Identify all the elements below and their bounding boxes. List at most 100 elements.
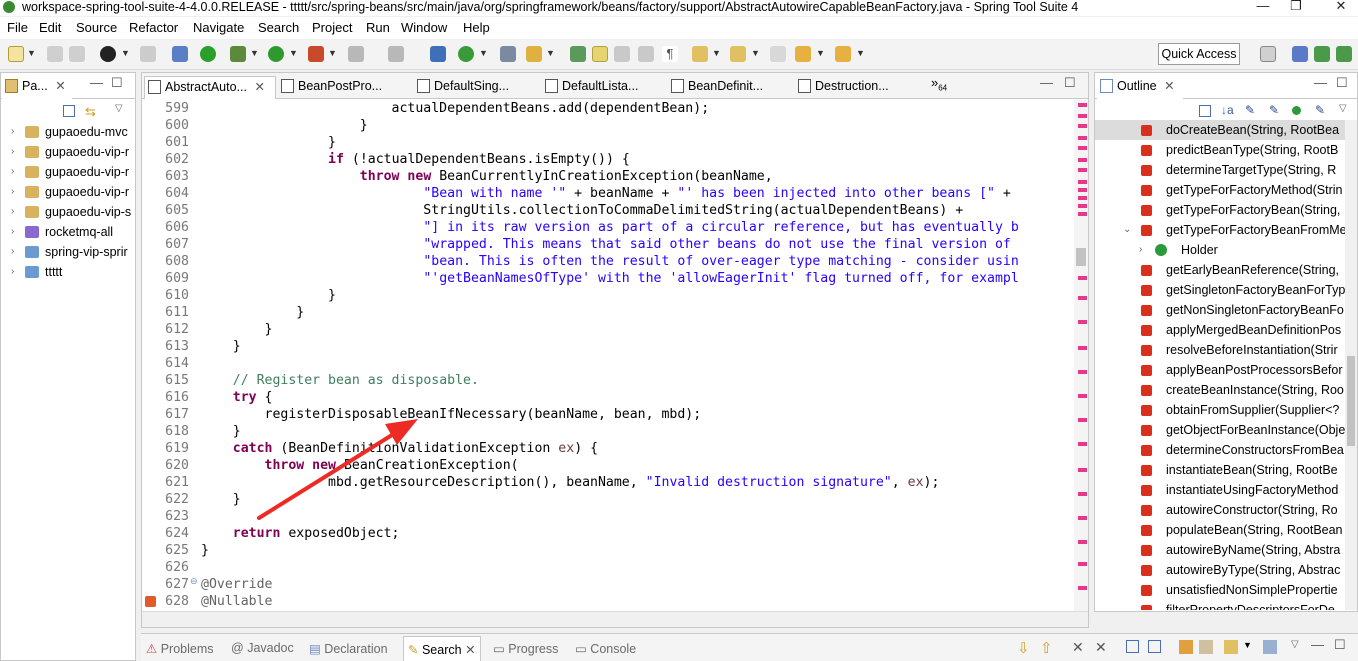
outline-item[interactable]: getNonSingletonFactoryBeanFo	[1095, 300, 1345, 320]
back-icon[interactable]	[795, 46, 811, 62]
external-tools-dropdown-icon[interactable]: ▼	[328, 48, 337, 58]
skip-breakpoints-icon[interactable]	[172, 46, 188, 62]
outline-item[interactable]: instantiateBean(String, RootBe	[1095, 460, 1345, 480]
maximize-view-icon[interactable]: ☐	[111, 75, 123, 91]
code-line[interactable]: 626	[142, 559, 1062, 576]
outline-item[interactable]: predictBeanType(String, RootB	[1095, 140, 1345, 160]
close-icon[interactable]: ✕	[1164, 79, 1174, 93]
outline-item[interactable]: obtainFromSupplier(Supplier<?	[1095, 400, 1345, 420]
menu-navigate[interactable]: Navigate	[193, 20, 244, 36]
ruler-marker[interactable]	[1078, 442, 1087, 446]
ruler-marker[interactable]	[1078, 188, 1087, 192]
toggle-highlight-icon[interactable]	[592, 46, 608, 62]
new-java-class-icon[interactable]	[430, 46, 446, 62]
profile-dropdown-icon[interactable]: ▼	[121, 48, 130, 58]
tree-item[interactable]: › gupaoedu-vip-s	[1, 202, 135, 222]
ruler-marker[interactable]	[1078, 124, 1087, 128]
menu-search[interactable]: Search	[258, 20, 299, 36]
outline-item[interactable]: filterPropertyDescriptorsForDe	[1095, 600, 1345, 610]
collapse-all-icon[interactable]	[1199, 105, 1211, 117]
menu-source[interactable]: Source	[76, 20, 117, 36]
relaunch-icon[interactable]	[388, 46, 404, 62]
menu-window[interactable]: Window	[401, 20, 447, 36]
tree-item[interactable]: › rocketmq-all	[1, 222, 135, 242]
outline-item[interactable]: autowireByType(String, Abstrac	[1095, 560, 1345, 580]
code-line[interactable]: 624 return exposedObject;	[142, 525, 1062, 542]
tab-defaultsingletonbeanregistry[interactable]: DefaultSing...	[414, 76, 530, 99]
previous-match-icon[interactable]: ⇧	[1040, 639, 1053, 657]
ruler-marker[interactable]	[1078, 418, 1087, 422]
minimize-button[interactable]: —	[1248, 0, 1278, 16]
tree-item[interactable]: › gupaoedu-mvc	[1, 122, 135, 142]
ruler-marker[interactable]	[1078, 136, 1087, 140]
ruler-marker[interactable]	[1078, 562, 1087, 566]
tree-item[interactable]: › ttttt	[1, 262, 135, 282]
ruler-marker[interactable]	[1078, 114, 1087, 118]
ruler-marker[interactable]	[1078, 586, 1087, 590]
restore-button[interactable]: ❐	[1281, 0, 1311, 16]
save-icon[interactable]	[47, 46, 63, 62]
fold-collapse-icon[interactable]: ⊖	[190, 576, 198, 587]
tab-beanpostprocessor[interactable]: BeanPostPro...	[278, 76, 398, 99]
code-line[interactable]: 615 // Register bean as disposable.	[142, 372, 1062, 389]
ruler-marker[interactable]	[1078, 158, 1087, 162]
tab-console[interactable]: ▭ Console	[575, 641, 636, 656]
cancel-search-icon[interactable]	[1199, 640, 1213, 654]
outline-item[interactable]: ⌄ getTypeForFactoryBeanFromMe	[1095, 220, 1345, 240]
hide-static-icon[interactable]: ✎	[1269, 103, 1279, 117]
profile-icon[interactable]	[100, 46, 116, 62]
code-line[interactable]: 613 }	[142, 338, 1062, 355]
previous-searches-icon[interactable]	[1224, 640, 1238, 654]
ruler-marker[interactable]	[1078, 394, 1087, 398]
code-line[interactable]: 604 "Bean with name '" + beanName + "' h…	[142, 185, 1062, 202]
horizontal-scrollbar[interactable]	[142, 611, 1088, 627]
java-perspective-icon[interactable]	[1292, 46, 1308, 62]
hide-non-public-icon[interactable]	[1292, 106, 1301, 115]
code-line[interactable]: 609 "'getBeanNamesOfType' with the 'allo…	[142, 270, 1062, 287]
scroll-thumb[interactable]	[1076, 248, 1086, 266]
tab-javadoc[interactable]: @ Javadoc	[231, 641, 294, 655]
view-menu-icon[interactable]: ▽	[1339, 103, 1347, 114]
code-line[interactable]: 601 }	[142, 134, 1062, 151]
outline-item[interactable]: applyMergedBeanDefinitionPos	[1095, 320, 1345, 340]
collapse-all-icon[interactable]	[63, 105, 75, 117]
terminal-icon[interactable]	[140, 46, 156, 62]
outline-scrollbar[interactable]	[1345, 120, 1357, 610]
tab-destruction[interactable]: Destruction...	[795, 76, 917, 99]
close-icon[interactable]: ✕	[254, 80, 264, 94]
remove-match-icon[interactable]: ✕	[1072, 639, 1084, 656]
tree-item[interactable]: › gupaoedu-vip-r	[1, 162, 135, 182]
tab-search[interactable]: ✎ Search ✕	[403, 636, 481, 661]
code-line[interactable]: 607 "wrapped. This means that said other…	[142, 236, 1062, 253]
code-line[interactable]: 621 mbd.getResourceDescription(), beanNa…	[142, 474, 1062, 491]
code-line[interactable]: 622 }	[142, 491, 1062, 508]
debug-icon[interactable]	[230, 46, 246, 62]
search-dropdown-icon[interactable]: ▼	[546, 48, 555, 58]
tab-package-explorer[interactable]: Pa... ✕	[2, 76, 72, 99]
save-all-icon[interactable]	[69, 46, 85, 62]
ruler-marker[interactable]	[1078, 296, 1087, 300]
outline-item[interactable]: getSingletonFactoryBeanForTyp	[1095, 280, 1345, 300]
expand-all-icon[interactable]	[1126, 640, 1139, 653]
link-with-editor-icon[interactable]: ⇆	[85, 104, 96, 120]
minimize-view-icon[interactable]: —	[90, 75, 103, 90]
expand-arrow-icon[interactable]: ›	[1139, 240, 1142, 260]
maximize-view-icon[interactable]: ☐	[1334, 637, 1346, 653]
refresh-icon[interactable]	[458, 46, 474, 62]
forward-dropdown-icon[interactable]: ▼	[856, 48, 865, 58]
ruler-marker[interactable]	[1078, 468, 1087, 472]
close-button[interactable]: ✕	[1326, 0, 1356, 16]
overview-ruler[interactable]	[1074, 100, 1088, 612]
outline-item[interactable]: determineConstructorsFromBea	[1095, 440, 1345, 460]
remove-all-matches-icon[interactable]: ✕	[1095, 639, 1107, 656]
outline-item[interactable]: populateBean(String, RootBean	[1095, 520, 1345, 540]
code-line[interactable]: 619 catch (BeanDefinitionValidationExcep…	[142, 440, 1062, 457]
code-line[interactable]: 628 @Nullable	[142, 593, 1062, 610]
code-line[interactable]: 599 actualDependentBeans.add(dependentBe…	[142, 100, 1062, 117]
code-line[interactable]: 602 if (!actualDependentBeans.isEmpty())…	[142, 151, 1062, 168]
code-line[interactable]: 603 throw new BeanCurrentlyInCreationExc…	[142, 168, 1062, 185]
menu-file[interactable]: File	[7, 20, 28, 36]
next-annotation-icon[interactable]	[692, 46, 708, 62]
outline-item[interactable]: resolveBeforeInstantiation(Strir	[1095, 340, 1345, 360]
outline-item[interactable]: autowireByName(String, Abstra	[1095, 540, 1345, 560]
